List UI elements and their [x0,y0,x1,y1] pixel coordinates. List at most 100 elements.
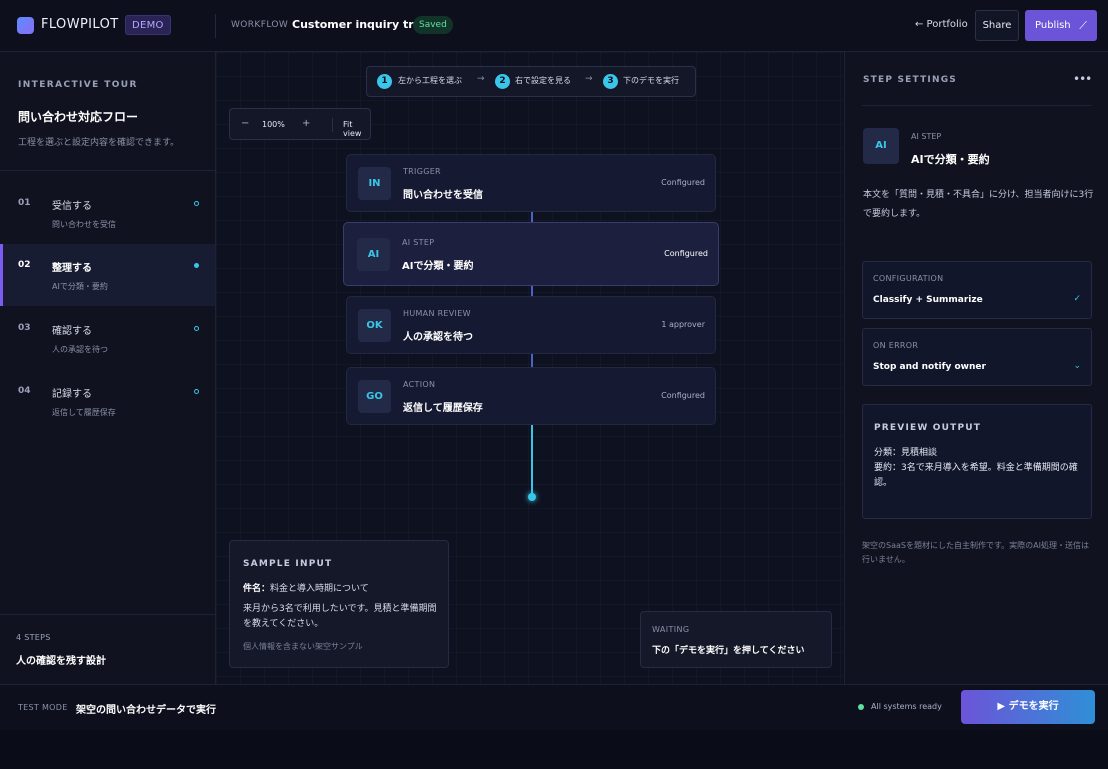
node-status: Configured [661,178,705,187]
on-error-label: ON ERROR [873,341,919,350]
step-status-dot-icon [194,263,199,268]
step-number: 02 [18,260,31,270]
publish-button-label: Publish [1035,20,1071,31]
preview-category: 分類：見積相談 [874,448,938,458]
flow-connector-tail [531,425,533,495]
on-error-value: Stop and notify owner [873,362,986,372]
share-button[interactable]: Share [975,10,1019,41]
configuration-label: CONFIGURATION [873,274,944,283]
portfolio-link[interactable]: ← Portfolio [915,19,968,30]
steps-count: 4 STEPS [16,633,51,642]
tour-label: INTERACTIVE TOUR [18,80,138,90]
zoom-level: 100% [262,120,285,129]
zoom-divider [332,118,333,132]
node-status: 1 approver [661,320,705,329]
run-demo-button[interactable]: ▶ デモを実行 [961,690,1095,724]
waiting-text: 下の「デモを実行」を押してください [652,646,805,656]
fit-view-button[interactable]: Fit view [343,120,370,138]
status-dot-icon [858,704,864,710]
guide-step-number: 1 [377,74,392,89]
publish-button[interactable]: Publish ⟋ [1025,10,1097,41]
node-badge: AI [357,238,390,271]
guide-step-number: 2 [495,74,510,89]
test-mode-label: TEST MODE [18,703,68,712]
waiting-status-card: WAITING 下の「デモを実行」を押してください [640,611,832,668]
node-action[interactable]: GO ACTION 返信して履歴保存 Configured [346,367,716,425]
sample-body: 来月から3名で利用したいです。見積と準備期間を教えてください。 [243,604,437,629]
step-number: 03 [18,323,31,333]
sidebar-divider [0,170,216,171]
zoom-in-button[interactable]: + [302,118,310,129]
node-ai-step[interactable]: AI AI STEP AIで分類・要約 Configured [343,222,719,286]
node-title: 返信して履歴保存 [403,403,483,414]
node-badge: IN [358,167,391,200]
node-title: 人の承認を待つ [403,332,473,343]
guide-step-text: 下のデモを実行 [623,76,679,85]
step-number: 04 [18,386,31,396]
saved-status-badge: Saved [413,16,453,34]
guide-step-number: 3 [603,74,618,89]
tour-sidebar: INTERACTIVE TOUR 問い合わせ対応フロー 工程を選ぶと設定内容を確… [0,52,216,684]
flow-connector [531,354,533,368]
tour-subtitle: 工程を選ぶと設定内容を確認できます。 [18,138,180,148]
sample-note: 個人情報を含まない架空サンプル [243,642,363,651]
step-title: 確認する [52,326,92,337]
bottom-bar: TEST MODE 架空の問い合わせデータで実行 All systems rea… [0,684,1108,730]
node-title: AIで分類・要約 [402,261,474,272]
step-status-dot-icon [194,201,199,206]
step-description: AIで分類・要約 [52,282,108,291]
arrow-right-icon: → [585,74,593,84]
step-description: 本文を「質問・見積・不具合」に分け、担当者向けに3行で要約します。 [863,190,1094,219]
step-description: 返信して履歴保存 [52,408,116,417]
node-kind: TRIGGER [403,167,441,176]
panel-footnote: 架空のSaaSを題材にした自主制作です。実際のAI処理・送信は行いません。 [862,541,1089,564]
sidebar-step-review[interactable]: 03 確認する 人の承認を待つ [0,307,215,369]
sidebar-step-record[interactable]: 04 記録する 返信して履歴保存 [0,370,215,432]
zoom-out-button[interactable]: − [241,118,249,129]
step-status-dot-icon [194,326,199,331]
node-status: Configured [664,249,708,258]
step-description: 問い合わせを受信 [52,220,116,229]
configuration-value: Classify + Summarize [873,295,983,305]
workflow-label: WORKFLOW [231,20,289,30]
more-menu-icon[interactable]: ••• [1073,72,1092,86]
node-title: 問い合わせを受信 [403,190,483,201]
sidebar-step-receive[interactable]: 01 受信する 問い合わせを受信 [0,182,215,244]
brand-name: FLOWPILOT [41,17,119,32]
logo-icon [17,17,34,34]
panel-label: STEP SETTINGS [863,75,957,85]
tour-title: 問い合わせ対応フロー [18,110,139,124]
sample-subject: 件名：料金と導入時期について [243,581,369,594]
test-mode-text: 架空の問い合わせデータで実行 [76,705,216,716]
step-title: 受信する [52,201,92,212]
chevron-down-icon: ⌄ [1073,361,1081,371]
preview-label: PREVIEW OUTPUT [874,423,982,433]
step-status-dot-icon [194,389,199,394]
preview-summary: 要約：3名で来月導入を希望。料金と準備期間の確認。 [874,463,1078,488]
sidebar-step-organize[interactable]: 02 整理する AIで分類・要約 [0,244,215,306]
sample-subject-value: 料金と導入時期について [270,584,369,594]
node-human-review[interactable]: OK HUMAN REVIEW 人の承認を待つ 1 approver [346,296,716,354]
on-error-select[interactable]: ON ERROR Stop and notify owner ⌄ [862,328,1092,386]
step-kind: AI STEP [911,132,942,141]
demo-badge: DEMO [125,15,171,35]
node-trigger[interactable]: IN TRIGGER 問い合わせを受信 Configured [346,154,716,212]
step-number: 01 [18,198,31,208]
node-status: Configured [661,391,705,400]
configuration-select[interactable]: CONFIGURATION Classify + Summarize ✓ [862,261,1092,319]
check-icon: ✓ [1073,294,1081,304]
tour-guide-bar: 1 左から工程を選ぶ → 2 右で設定を見る → 3 下のデモを実行 [366,66,696,97]
header-divider [215,14,216,38]
preview-output-card: PREVIEW OUTPUT 分類：見積相談 要約：3名で来月導入を希望。料金と… [862,404,1092,519]
sample-input-label: SAMPLE INPUT [243,559,333,569]
panel-divider [862,105,1092,106]
guide-step-text: 右で設定を見る [515,76,571,85]
sample-input-card: SAMPLE INPUT 件名：料金と導入時期について 来月から3名で利用したい… [229,540,449,668]
workflow-canvas[interactable]: 1 左から工程を選ぶ → 2 右で設定を見る → 3 下のデモを実行 − 100… [216,52,845,684]
app-window: FLOWPILOT DEMO WORKFLOW Customer inquiry… [0,0,1108,730]
zoom-controls: − 100% + Fit view [229,108,371,140]
system-status: All systems ready [871,702,942,711]
step-settings-panel: STEP SETTINGS ••• AI AI STEP AIで分類・要約 本文… [845,52,1108,684]
node-badge: OK [358,309,391,342]
node-badge: GO [358,380,391,413]
